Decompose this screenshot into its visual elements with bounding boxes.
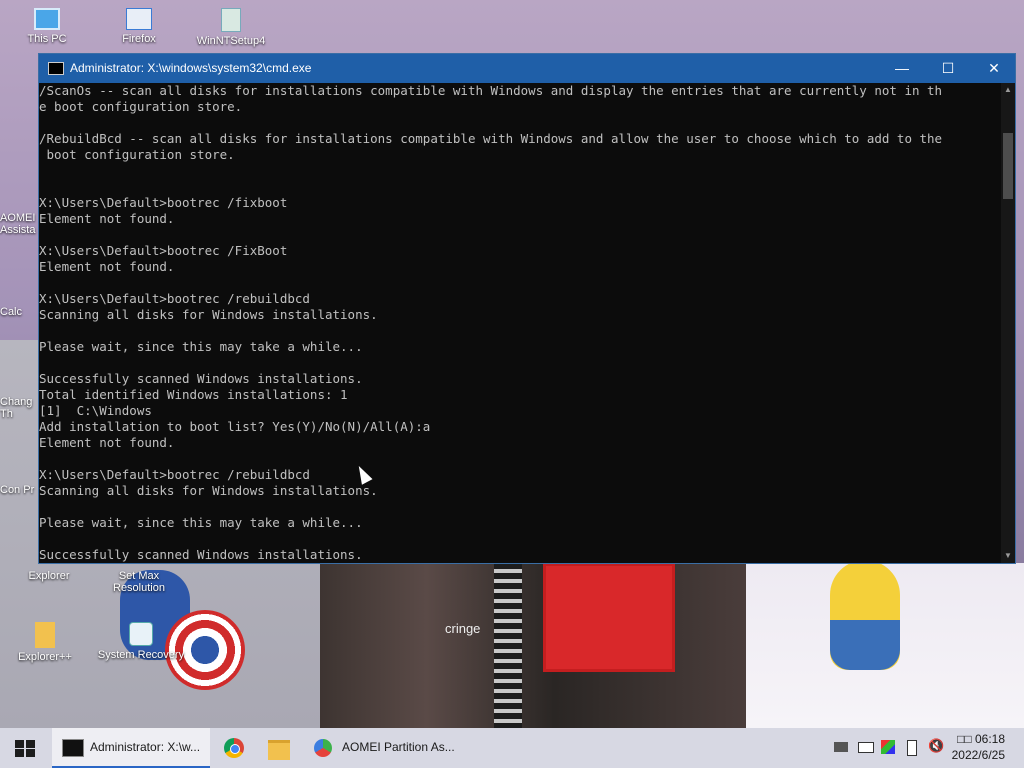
desktop-icon-label: Con Pr: [0, 484, 35, 496]
desktop-icon-label: Firefox: [122, 33, 156, 45]
console-line: X:\Users\Default>bootrec /rebuildbcd: [39, 467, 310, 482]
desktop-icon-calc[interactable]: Calc: [0, 306, 40, 318]
desktop-icon-label: Explorer++: [18, 651, 72, 663]
clock-date: 2022/6/25: [951, 748, 1005, 762]
cmd-window[interactable]: Administrator: X:\windows\system32\cmd.e…: [38, 53, 1016, 564]
taskbar-button-label: AOMEI Partition As...: [342, 740, 455, 754]
minion-image: [830, 560, 900, 670]
console-line: /ScanOs -- scan all disks for installati…: [39, 83, 943, 98]
network-icon[interactable]: [834, 742, 848, 752]
console-line: Successfully scanned Windows installatio…: [39, 547, 363, 562]
taskbar-cmd-button[interactable]: Administrator: X:\w...: [52, 728, 210, 768]
console-line: Scanning all disks for Windows installat…: [39, 483, 378, 498]
console-line: Element not found.: [39, 211, 175, 226]
console-line: Total identified Windows installations: …: [39, 387, 348, 402]
desktop-icon-label: AOMEI Assista: [0, 212, 36, 236]
folder-icon: [35, 622, 55, 648]
desktop-icon-label: System Recovery: [97, 649, 185, 661]
desktop-icon-label: Set Max Resolution: [113, 570, 165, 594]
console-line: e boot configuration store.: [39, 99, 243, 114]
console-line: Add installation to boot list? Yes(Y)/No…: [39, 419, 431, 434]
console-line: Element not found.: [39, 435, 175, 450]
console-line: X:\Users\Default>bootrec /FixBoot: [39, 243, 288, 258]
taskbar-aomei-button[interactable]: AOMEI Partition As...: [304, 728, 460, 768]
scroll-up-icon[interactable]: ▲: [1001, 83, 1015, 97]
start-button[interactable]: [0, 728, 48, 768]
folder-icon: [268, 740, 290, 760]
wallpaper-stripes: [494, 563, 522, 728]
console-line: Element not found.: [39, 259, 175, 274]
desktop-icon-set-max-resolution[interactable]: Set Max Resolution: [104, 570, 174, 594]
console-line: X:\Users\Default>bootrec /fixboot: [39, 195, 288, 210]
cmd-icon: [62, 739, 84, 757]
browser-icon: [126, 8, 152, 30]
console-line: [1] C:\Windows: [39, 403, 152, 418]
desktop-icon-aomei[interactable]: AOMEI Assista: [0, 212, 40, 236]
computer-icon: [34, 8, 60, 30]
console-line: boot configuration store.: [39, 147, 235, 162]
volume-muted-icon[interactable]: 🔇: [928, 739, 944, 753]
taskbar-chrome-button[interactable]: [214, 728, 254, 768]
desktop-icon-label: Chang Th: [0, 396, 33, 420]
clock-time: 06:18: [974, 732, 1005, 746]
desktop-icon-change[interactable]: Chang Th: [0, 396, 40, 420]
aomei-icon: [314, 739, 332, 757]
usb-icon[interactable]: [907, 740, 917, 756]
console-output[interactable]: /ScanOs -- scan all disks for installati…: [39, 83, 1001, 563]
wallpaper-red-block: [543, 563, 675, 672]
clock-prefix: □□: [957, 732, 972, 746]
taskbar-explorer-button[interactable]: [258, 728, 298, 768]
desktop-icon-system-recovery[interactable]: System Recovery: [96, 622, 186, 661]
console-line: Successfully scanned Windows installatio…: [39, 371, 363, 386]
desktop-icon-label: Explorer: [28, 570, 70, 582]
close-button[interactable]: ✕: [971, 54, 1017, 83]
desktop-icon-label: Calc: [0, 306, 23, 318]
taskbar: Administrator: X:\w... AOMEI Partition A…: [0, 728, 1024, 768]
windows-logo-icon: [15, 740, 35, 757]
window-titlebar[interactable]: Administrator: X:\windows\system32\cmd.e…: [39, 54, 1015, 83]
desktop-icon-label: This PC: [27, 33, 67, 45]
taskbar-button-label: Administrator: X:\w...: [90, 740, 201, 754]
cmd-icon: [48, 62, 64, 75]
display-icon[interactable]: [881, 740, 895, 754]
console-line: X:\Users\Default>bootrec /rebuildbcd: [39, 291, 310, 306]
setup-icon: [221, 8, 241, 32]
desktop-icon-explorerpp[interactable]: Explorer++: [10, 622, 80, 663]
window-title: Administrator: X:\windows\system32\cmd.e…: [70, 61, 312, 75]
desktop-icon-this-pc[interactable]: This PC: [12, 8, 82, 45]
console-line: /RebuildBcd -- scan all disks for instal…: [39, 131, 943, 146]
wallpaper-caption: cringe: [445, 621, 481, 636]
console-line: Scanning all disks for Windows installat…: [39, 307, 378, 322]
console-line: Please wait, since this may take a while…: [39, 515, 363, 530]
console-line: Please wait, since this may take a while…: [39, 339, 363, 354]
desktop-icon-firefox[interactable]: Firefox: [104, 8, 174, 45]
chrome-icon: [224, 738, 244, 758]
maximize-button[interactable]: ☐: [925, 54, 971, 83]
desktop-icon-label: WinNTSetup4: [196, 35, 266, 47]
scroll-down-icon[interactable]: ▼: [1001, 549, 1015, 563]
desktop-icon-winntsetup[interactable]: WinNTSetup4: [196, 8, 266, 47]
recovery-icon: [129, 622, 153, 646]
scroll-thumb[interactable]: [1003, 133, 1013, 199]
keyboard-icon[interactable]: [858, 742, 874, 753]
wallpaper-photo: [320, 563, 746, 728]
clock[interactable]: □□ 06:18 2022/6/25: [945, 731, 1005, 765]
minimize-button[interactable]: —: [879, 54, 925, 83]
desktop-icon-console[interactable]: Con Pr: [0, 484, 40, 496]
vertical-scrollbar[interactable]: ▲ ▼: [1001, 83, 1015, 563]
